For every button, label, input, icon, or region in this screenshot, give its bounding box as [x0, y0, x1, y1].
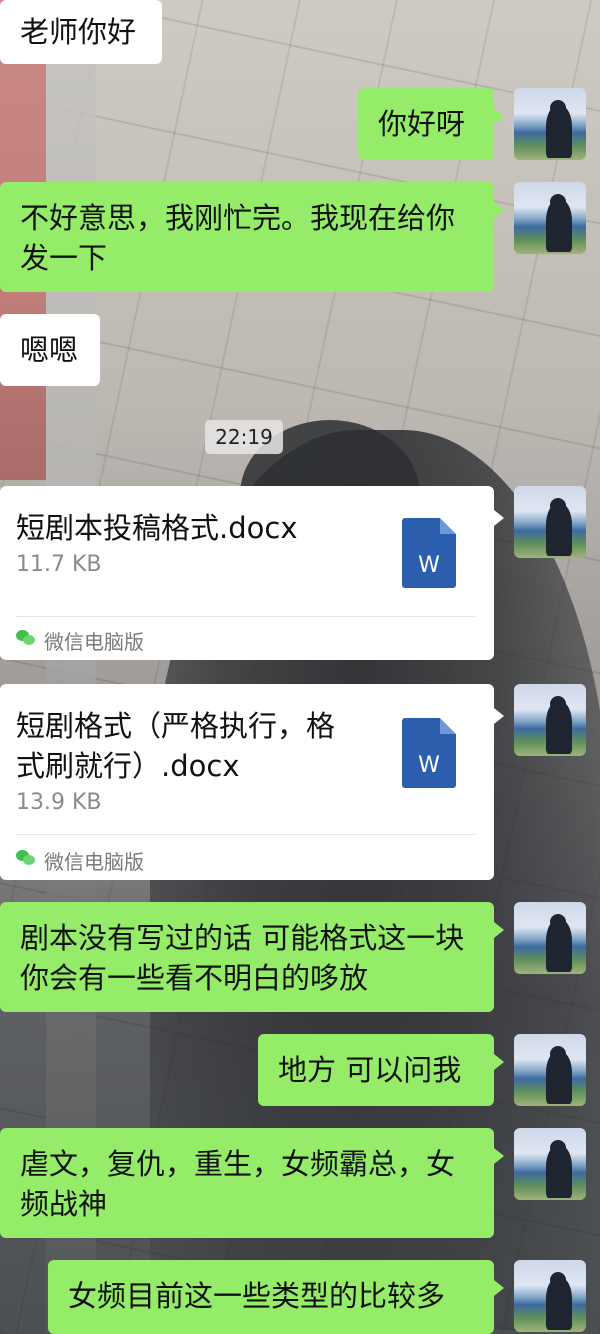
file-name: 短剧格式（严格执行，格 式刷就行）.docx [16, 706, 376, 786]
file-divider [16, 834, 476, 835]
message-text-line: 剧本没有写过的话 可能格式这一块 [20, 921, 465, 955]
message-outgoing[interactable]: 女频目前这一些类型的比较多 [48, 1260, 504, 1334]
file-size: 13.9 KB [16, 790, 102, 815]
user-avatar[interactable] [514, 1034, 586, 1106]
file-source-label: 微信电脑版 [44, 630, 144, 654]
message-text-line: 发一下 [20, 241, 108, 275]
word-document-icon: W [402, 718, 456, 788]
message-text: 你好呀 [378, 107, 466, 141]
file-card[interactable]: 短剧格式（严格执行，格 式刷就行）.docx 13.9 KB W 微信电脑版 [0, 684, 504, 880]
chat-timestamp: 22:19 [205, 420, 283, 454]
user-avatar[interactable] [514, 182, 586, 254]
message-outgoing[interactable]: 剧本没有写过的话 可能格式这一块 你会有一些看不明白的哆放 [0, 902, 504, 1012]
file-name-line: 式刷就行）.docx [16, 749, 240, 783]
word-icon-letter: W [418, 753, 440, 778]
file-divider [16, 616, 476, 617]
file-source-label: 微信电脑版 [44, 850, 144, 874]
user-avatar[interactable] [514, 684, 586, 756]
message-incoming[interactable]: 老师你好 [0, 0, 162, 64]
file-name-line: 短剧格式（严格执行，格 [16, 709, 336, 743]
message-text-line: 虐文，复仇，重生，女频霸总，女 [20, 1147, 456, 1181]
message-outgoing[interactable]: 虐文，复仇，重生，女频霸总，女 频战神 [0, 1128, 504, 1238]
user-avatar[interactable] [514, 88, 586, 160]
message-incoming[interactable]: 嗯嗯 [0, 314, 100, 386]
message-text-line: 你会有一些看不明白的哆放 [20, 961, 369, 995]
wechat-icon [16, 850, 36, 866]
user-avatar[interactable] [514, 486, 586, 558]
message-text: 地方 可以问我 [278, 1053, 462, 1087]
message-text-line: 不好意思，我刚忙完。我现在给你 [20, 201, 456, 235]
file-size: 11.7 KB [16, 552, 102, 577]
message-text: 老师你好 [20, 15, 137, 49]
user-avatar[interactable] [514, 1128, 586, 1200]
message-text: 嗯嗯 [20, 333, 79, 367]
file-name-line: 短剧本投稿格式.docx [16, 511, 298, 545]
message-outgoing[interactable]: 你好呀 [358, 88, 504, 160]
message-text: 女频目前这一些类型的比较多 [68, 1279, 446, 1313]
user-avatar[interactable] [514, 902, 586, 974]
message-outgoing[interactable]: 地方 可以问我 [258, 1034, 504, 1106]
message-outgoing[interactable]: 不好意思，我刚忙完。我现在给你 发一下 [0, 182, 504, 292]
word-document-icon: W [402, 518, 456, 588]
file-card[interactable]: 短剧本投稿格式.docx 11.7 KB W 微信电脑版 [0, 486, 504, 660]
wechat-icon [16, 630, 36, 646]
user-avatar[interactable] [514, 1260, 586, 1332]
message-text-line: 频战神 [20, 1187, 108, 1221]
word-icon-letter: W [418, 553, 440, 578]
file-name: 短剧本投稿格式.docx [16, 508, 376, 548]
